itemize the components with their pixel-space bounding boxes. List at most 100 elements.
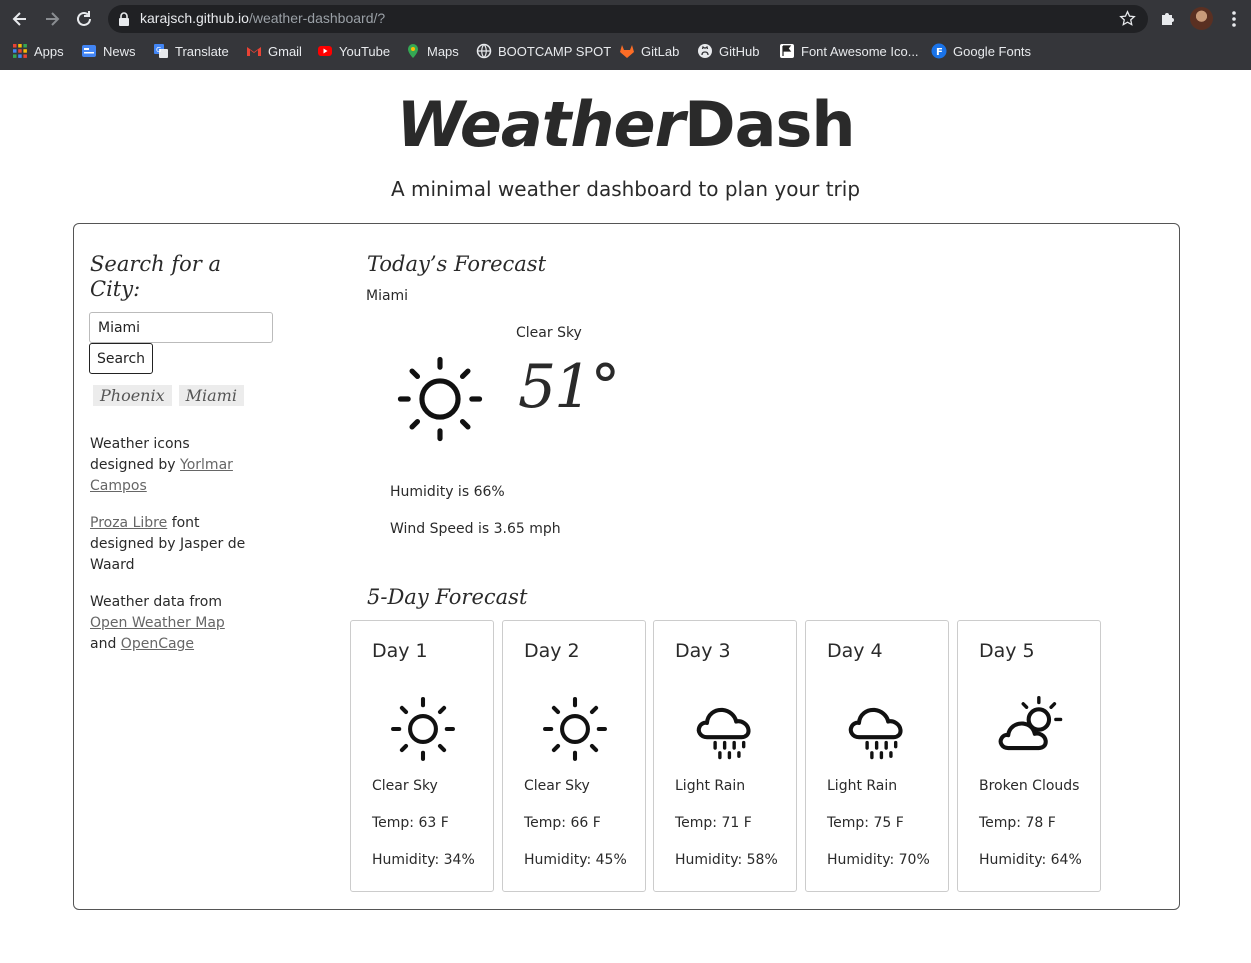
github-icon: [698, 44, 712, 58]
forecast-day: Day 5: [979, 640, 1035, 662]
icon-credit-text: Weather icons designed by: [90, 436, 190, 473]
search-heading: Search for a City:: [90, 252, 221, 301]
opencage-link[interactable]: OpenCage: [121, 636, 194, 652]
more-menu-icon[interactable]: [1226, 9, 1242, 29]
bookmark-label: YouTube: [339, 43, 391, 59]
bookmark-label: GitHub: [719, 43, 760, 59]
current-temperature: 51°: [518, 352, 620, 422]
search-button[interactable]: Search: [89, 343, 153, 374]
forecast-description: Clear Sky: [372, 778, 438, 794]
bookmark-github[interactable]: GitHub: [697, 41, 759, 61]
credits: Weather icons designed by Yorlmar Campos…: [90, 434, 250, 671]
forecast-card: Day 5 Broken Clouds Temp: 78 F Humidity:…: [957, 620, 1101, 892]
address-bar[interactable]: karajsch.github.io/weather-dashboard/?: [108, 5, 1148, 33]
bookmark-apps[interactable]: Apps: [12, 41, 64, 61]
bookmark-label: Translate: [175, 43, 229, 59]
browser-toolbar: karajsch.github.io/weather-dashboard/?: [0, 0, 1251, 38]
globe-icon: [476, 43, 492, 59]
forecast-description: Light Rain: [675, 778, 746, 794]
forecast-day: Day 1: [372, 640, 428, 662]
title-italic-part: Weather: [396, 88, 685, 161]
forecast-humidity: Humidity: 70%: [827, 852, 930, 868]
bookmark-translate[interactable]: G Translate: [153, 41, 229, 61]
browser-chrome: karajsch.github.io/weather-dashboard/? A…: [0, 0, 1251, 70]
forecast-description: Broken Clouds: [979, 778, 1080, 794]
open-weather-map-link[interactable]: Open Weather Map: [90, 615, 225, 631]
data-credit-and: and: [90, 636, 117, 652]
youtube-icon: [318, 46, 332, 56]
forecast-day: Day 3: [675, 640, 731, 662]
bookmark-label: GitLab: [641, 43, 680, 59]
current-condition: Clear Sky: [516, 325, 582, 341]
bookmark-youtube[interactable]: YouTube: [317, 41, 390, 61]
translate-icon: G: [154, 44, 168, 58]
url-text: karajsch.github.io/weather-dashboard/?: [140, 10, 385, 26]
svg-text:F: F: [936, 47, 943, 58]
forecast-temp: Temp: 66 F: [524, 815, 601, 831]
bookmark-gitlab[interactable]: GitLab: [619, 41, 679, 61]
page-title: WeatherDash: [0, 88, 1251, 161]
back-arrow-icon[interactable]: [10, 9, 30, 29]
forecast-humidity: Humidity: 58%: [675, 852, 778, 868]
bookmark-font-awesome[interactable]: Font Awesome Ico...: [779, 41, 919, 61]
bookmarks-bar: Apps News G Translate Gmail YouTube Maps…: [0, 38, 1251, 64]
forecast-card: Day 3 Light Rain Temp: 71 F Humidity: 58…: [653, 620, 797, 892]
city-search-input[interactable]: [89, 312, 273, 343]
forecast-humidity: Humidity: 64%: [979, 852, 1082, 868]
forecast-card: Day 4 Light Rain Temp: 75 F Humidity: 70…: [805, 620, 949, 892]
google-fonts-icon: F: [931, 43, 947, 59]
rain-cloud-icon: [848, 707, 903, 760]
title-regular-part: Dash: [684, 88, 855, 161]
url-host: karajsch.github.io: [140, 10, 249, 26]
forecast-description: Clear Sky: [524, 778, 590, 794]
forecast-temp: Temp: 63 F: [372, 815, 449, 831]
sun-icon: [391, 697, 455, 761]
todays-forecast-heading: Today’s Forecast: [367, 252, 547, 276]
svg-text:G: G: [156, 46, 161, 54]
bookmark-gmail[interactable]: Gmail: [246, 41, 302, 61]
current-humidity: Humidity is 66%: [390, 484, 505, 500]
forecast-humidity: Humidity: 45%: [524, 852, 627, 868]
bookmark-maps[interactable]: Maps: [405, 41, 459, 61]
gitlab-icon: [620, 45, 634, 58]
news-icon: [82, 45, 96, 57]
bookmark-google-fonts[interactable]: F Google Fonts: [931, 41, 1031, 61]
bookmark-label: News: [103, 43, 136, 59]
cloud-sun-icon: [998, 696, 1063, 751]
bookmark-label: Apps: [34, 43, 64, 59]
bookmark-star-icon[interactable]: [1119, 10, 1136, 27]
forward-arrow-icon[interactable]: [42, 9, 62, 29]
forecast-temp: Temp: 71 F: [675, 815, 752, 831]
url-path: /weather-dashboard/?: [248, 10, 386, 26]
font-link[interactable]: Proza Libre: [90, 515, 167, 531]
bookmark-label: BOOTCAMP SPOT: [498, 43, 612, 59]
maps-icon: [408, 44, 418, 58]
flag-icon: [780, 44, 794, 58]
current-wind-speed: Wind Speed is 3.65 mph: [390, 521, 561, 537]
search-history: Phoenix Miami: [93, 385, 244, 406]
reload-icon[interactable]: [74, 9, 94, 29]
bookmark-bootcamp-spot[interactable]: BOOTCAMP SPOT: [476, 41, 611, 61]
current-city: Miami: [366, 288, 409, 304]
bookmark-label: Google Fonts: [953, 43, 1032, 59]
sun-icon: [397, 356, 483, 442]
data-credit-text: Weather data from: [90, 594, 222, 610]
forecast-humidity: Humidity: 34%: [372, 852, 475, 868]
bookmark-label: Maps: [427, 43, 459, 59]
forecast-card: Day 2 Clear Sky Temp: 66 F Humidity: 45%: [502, 620, 646, 892]
profile-avatar[interactable]: [1190, 7, 1213, 30]
forecast-description: Light Rain: [827, 778, 898, 794]
history-city-button[interactable]: Phoenix: [93, 385, 172, 406]
bookmark-news[interactable]: News: [81, 41, 136, 61]
font-credit: Proza Libre font designed by Jasper de W…: [90, 513, 250, 576]
data-credit: Weather data from Open Weather Map and O…: [90, 592, 250, 655]
forecast-day: Day 2: [524, 640, 580, 662]
rain-cloud-icon: [696, 707, 751, 760]
forecast-day: Day 4: [827, 640, 883, 662]
history-city-button[interactable]: Miami: [178, 385, 244, 406]
extensions-puzzle-icon[interactable]: [1159, 9, 1177, 27]
gmail-icon: [247, 47, 261, 56]
lock-icon: [119, 12, 129, 26]
page-subtitle: A minimal weather dashboard to plan your…: [390, 177, 861, 201]
forecast-temp: Temp: 75 F: [827, 815, 904, 831]
